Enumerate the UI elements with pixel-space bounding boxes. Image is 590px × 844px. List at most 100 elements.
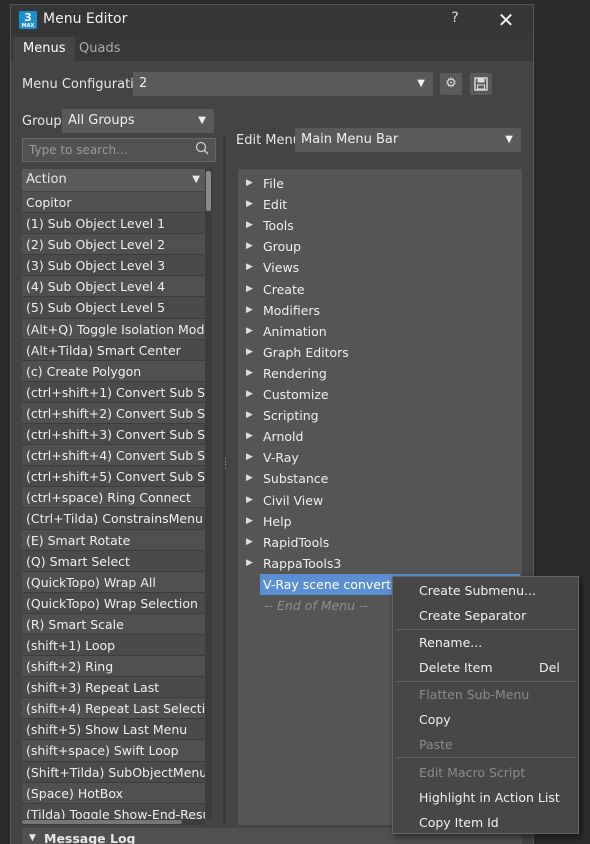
menu-tree-item[interactable]: ▶ Animation [238, 321, 522, 342]
action-list-item[interactable]: (shift+4) Repeat Last Selection [22, 698, 206, 720]
expand-caret-icon[interactable]: ▶ [246, 236, 253, 257]
menu-tree-item[interactable]: ▶ RappaTools3 [238, 553, 522, 574]
action-list-item[interactable]: (R) Smart Scale [22, 613, 206, 635]
action-list-item[interactable]: (E) Smart Rotate [22, 529, 206, 551]
action-list-item[interactable]: (shift+3) Repeat Last [22, 677, 206, 699]
context-menu-item[interactable]: Copy Item Id [419, 813, 499, 833]
action-list-item[interactable]: (ctrl+shift+1) Convert Sub Sel ... [22, 381, 206, 403]
action-list-item[interactable]: (shift+space) Swift Loop [22, 740, 206, 762]
panel-splitter[interactable] [223, 135, 226, 825]
menu-tree-item[interactable]: ▶ Group [238, 236, 522, 257]
settings-button[interactable]: ⚙ [440, 73, 462, 95]
menu-tree-item[interactable]: ▶ Rendering [238, 363, 522, 384]
action-list-item[interactable]: (QuickTopo) Wrap Selection [22, 592, 206, 614]
action-column-header[interactable]: Action ▼ [22, 169, 206, 191]
action-list-item[interactable]: (ctrl+shift+2) Convert Sub Sel ... [22, 402, 206, 425]
expand-caret-icon[interactable]: ▶ [246, 426, 253, 447]
context-menu-item[interactable]: Highlight in Action List [419, 788, 560, 808]
context-menu-item[interactable]: Rename... [419, 633, 482, 653]
context-menu-separator [395, 681, 576, 682]
expand-caret-icon[interactable]: ▶ [246, 342, 253, 363]
menu-tree-item[interactable]: ▶ Create [238, 279, 522, 300]
action-list-item[interactable]: (Shift+Tilda) SubObjectMenu [22, 761, 206, 783]
menu-tree-item[interactable]: ▶ Modifiers [238, 300, 522, 321]
action-list-item[interactable]: (1) Sub Object Level 1 [22, 213, 206, 235]
expand-caret-icon[interactable]: ▶ [246, 532, 253, 553]
action-list-item[interactable]: (Tilda) Toggle Show-End-Result [22, 803, 206, 820]
group-select[interactable]: All Groups ▼ [62, 109, 214, 133]
menu-tree-item[interactable]: ▶ RapidTools [238, 532, 522, 553]
edit-menu-select[interactable]: Main Menu Bar ▼ [295, 128, 521, 152]
action-list-item[interactable]: (ctrl+shift+4) Convert Sub Sel ... [22, 445, 206, 467]
menu-tree-item[interactable]: ▶ Edit [238, 194, 522, 215]
context-menu-item[interactable]: Copy [419, 710, 451, 730]
context-menu-item[interactable]: Create Submenu... [419, 581, 536, 601]
menu-tree-item[interactable]: ▶ Graph Editors [238, 342, 522, 363]
action-list[interactable]: Copitor (1) Sub Object Level 1 (2) Sub Obj… [22, 192, 206, 820]
splitter-grip-icon[interactable]: ⋮ ⋮ [221, 458, 230, 471]
menu-tree-item[interactable]: ▶ Civil View [238, 490, 522, 511]
expand-caret-icon[interactable]: ▶ [246, 300, 253, 321]
menu-tree-item[interactable]: ▶ Views [238, 257, 522, 278]
expand-caret-icon[interactable]: ▶ [246, 194, 253, 215]
expand-caret-icon[interactable]: ▶ [246, 553, 253, 574]
expand-caret-icon[interactable]: ▶ [246, 215, 253, 236]
action-list-item[interactable]: (shift+1) Loop [22, 634, 206, 657]
collapse-triangle-icon[interactable]: ▼ [29, 833, 36, 843]
menu-tree-item[interactable]: ▶ File [238, 173, 522, 194]
expand-caret-icon[interactable]: ▶ [246, 405, 253, 426]
scrollbar-thumb[interactable] [22, 820, 182, 824]
action-search-input[interactable]: Type to search... [22, 138, 216, 162]
menu-tree-item[interactable]: ▶ Scripting [238, 405, 522, 426]
expand-caret-icon[interactable]: ▶ [246, 173, 253, 194]
expand-caret-icon[interactable]: ▶ [246, 384, 253, 405]
context-menu-item[interactable]: Create Separator [419, 606, 526, 626]
menu-tree-item[interactable]: ▶ Arnold [238, 426, 522, 447]
action-list-item[interactable]: (2) Sub Object Level 2 [22, 234, 206, 256]
expand-caret-icon[interactable]: ▶ [246, 468, 253, 489]
save-button[interactable] [470, 73, 492, 95]
action-list-item[interactable]: Copitor [22, 192, 206, 214]
menu-tree-item[interactable]: ▶ Substance [238, 468, 522, 489]
window-title: Menu Editor [43, 11, 128, 27]
action-list-item[interactable]: (ctrl+space) Ring Connect [22, 487, 206, 509]
expand-caret-icon[interactable]: ▶ [246, 490, 253, 511]
action-list-item[interactable]: (Alt+Q) Toggle Isolation Mode ... [22, 318, 206, 340]
action-list-item[interactable]: (Alt+Tilda) Smart Center [22, 339, 206, 361]
action-list-vertical-scrollbar[interactable] [205, 169, 212, 819]
expand-caret-icon[interactable]: ▶ [246, 511, 253, 532]
menu-configuration-select[interactable]: 2 ▼ [133, 72, 433, 96]
action-list-item[interactable]: (ctrl+shift+5) Convert Sub Sel ... [22, 466, 206, 488]
action-list-item[interactable]: (Space) HotBox [22, 782, 206, 804]
menu-tree-item[interactable]: ▶ Help [238, 511, 522, 532]
title-bar[interactable]: 3 MAX Menu Editor ? ✕ [11, 5, 533, 35]
action-list-item[interactable]: (shift+2) Ring [22, 656, 206, 678]
action-list-item[interactable]: (shift+5) Show Last Menu [22, 719, 206, 741]
expand-caret-icon[interactable]: ▶ [246, 447, 253, 468]
search-icon[interactable] [195, 141, 209, 159]
expand-caret-icon[interactable]: ▶ [246, 279, 253, 300]
action-list-item[interactable]: (Q) Smart Select [22, 550, 206, 572]
action-list-item[interactable]: (QuickTopo) Wrap All [22, 571, 206, 593]
close-button[interactable]: ✕ [495, 9, 517, 31]
action-list-item[interactable]: (Ctrl+Tilda) ConstrainsMenu [22, 508, 206, 530]
menu-tree-item[interactable]: ▶ V-Ray [238, 447, 522, 468]
expand-caret-icon[interactable]: ▶ [246, 257, 253, 278]
action-list-item[interactable]: (ctrl+shift+3) Convert Sub Sel ... [22, 424, 206, 446]
action-list-item[interactable]: (c) Create Polygon [22, 360, 206, 382]
action-list-item[interactable]: (3) Sub Object Level 3 [22, 255, 206, 277]
action-list-item[interactable]: (4) Sub Object Level 4 [22, 276, 206, 298]
menu-tree-item[interactable]: ▶ Customize [238, 384, 522, 405]
action-list-horizontal-scrollbar[interactable] [22, 819, 205, 825]
scrollbar-thumb[interactable] [206, 171, 211, 211]
help-button[interactable]: ? [447, 10, 463, 30]
menu-tree-item-label: RapidTools [263, 534, 330, 550]
tab-quads[interactable]: Quads [69, 37, 130, 61]
expand-caret-icon[interactable]: ▶ [246, 321, 253, 342]
action-list-item[interactable]: (5) Sub Object Level 5 [22, 297, 206, 319]
expand-caret-icon[interactable]: ▶ [246, 363, 253, 384]
menu-tree-item[interactable]: ▶ Tools [238, 215, 522, 236]
tab-menus[interactable]: Menus [13, 37, 76, 61]
context-menu-item[interactable]: Delete Item [419, 658, 493, 678]
menu-tree-item-label: Help [263, 513, 292, 529]
